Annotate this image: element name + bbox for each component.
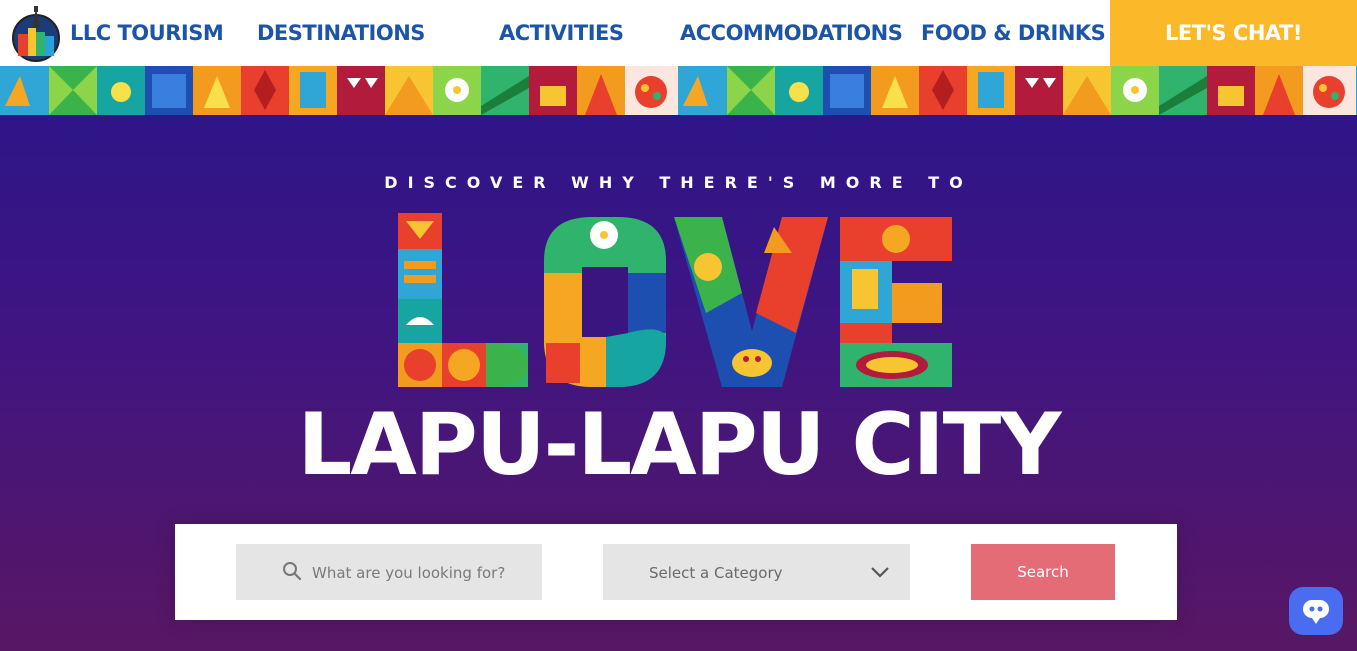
search-panel: Select a Category Search	[175, 524, 1177, 620]
nav-link-activities[interactable]: ACTIVITIES	[499, 18, 624, 48]
category-select-label: Select a Category	[649, 564, 783, 582]
logo-icon[interactable]	[10, 4, 62, 62]
pattern-strip	[0, 66, 1357, 115]
city-heading: LAPU-LAPU CITY	[297, 395, 1061, 495]
nav-link-food-drinks[interactable]: FOOD & DRINKS	[921, 18, 1106, 48]
brand-link[interactable]: LLC TOURISM	[70, 18, 224, 48]
search-field[interactable]	[236, 544, 542, 602]
hero-tagline: DISCOVER WHY THERE'S MORE TO	[384, 173, 973, 192]
nav-link-destinations[interactable]: DESTINATIONS	[257, 18, 425, 48]
chatbot-icon	[1303, 600, 1329, 624]
top-nav: LLC TOURISM DESTINATIONS ACTIVITIES ACCO…	[0, 0, 1357, 66]
search-button[interactable]: Search	[971, 544, 1115, 600]
lets-chat-button[interactable]: LET'S CHAT!	[1110, 0, 1357, 66]
search-icon	[283, 562, 302, 581]
category-select[interactable]: Select a Category	[603, 544, 910, 600]
search-input[interactable]	[310, 544, 534, 602]
hero-section: DISCOVER WHY THERE'S MORE TO LAPU-LAPU C…	[0, 115, 1357, 651]
chevron-down-icon	[871, 567, 889, 578]
chatbot-button[interactable]	[1289, 587, 1343, 635]
nav-link-accommodations[interactable]: ACCOMMODATIONS	[680, 18, 903, 48]
love-graphic	[398, 213, 952, 387]
